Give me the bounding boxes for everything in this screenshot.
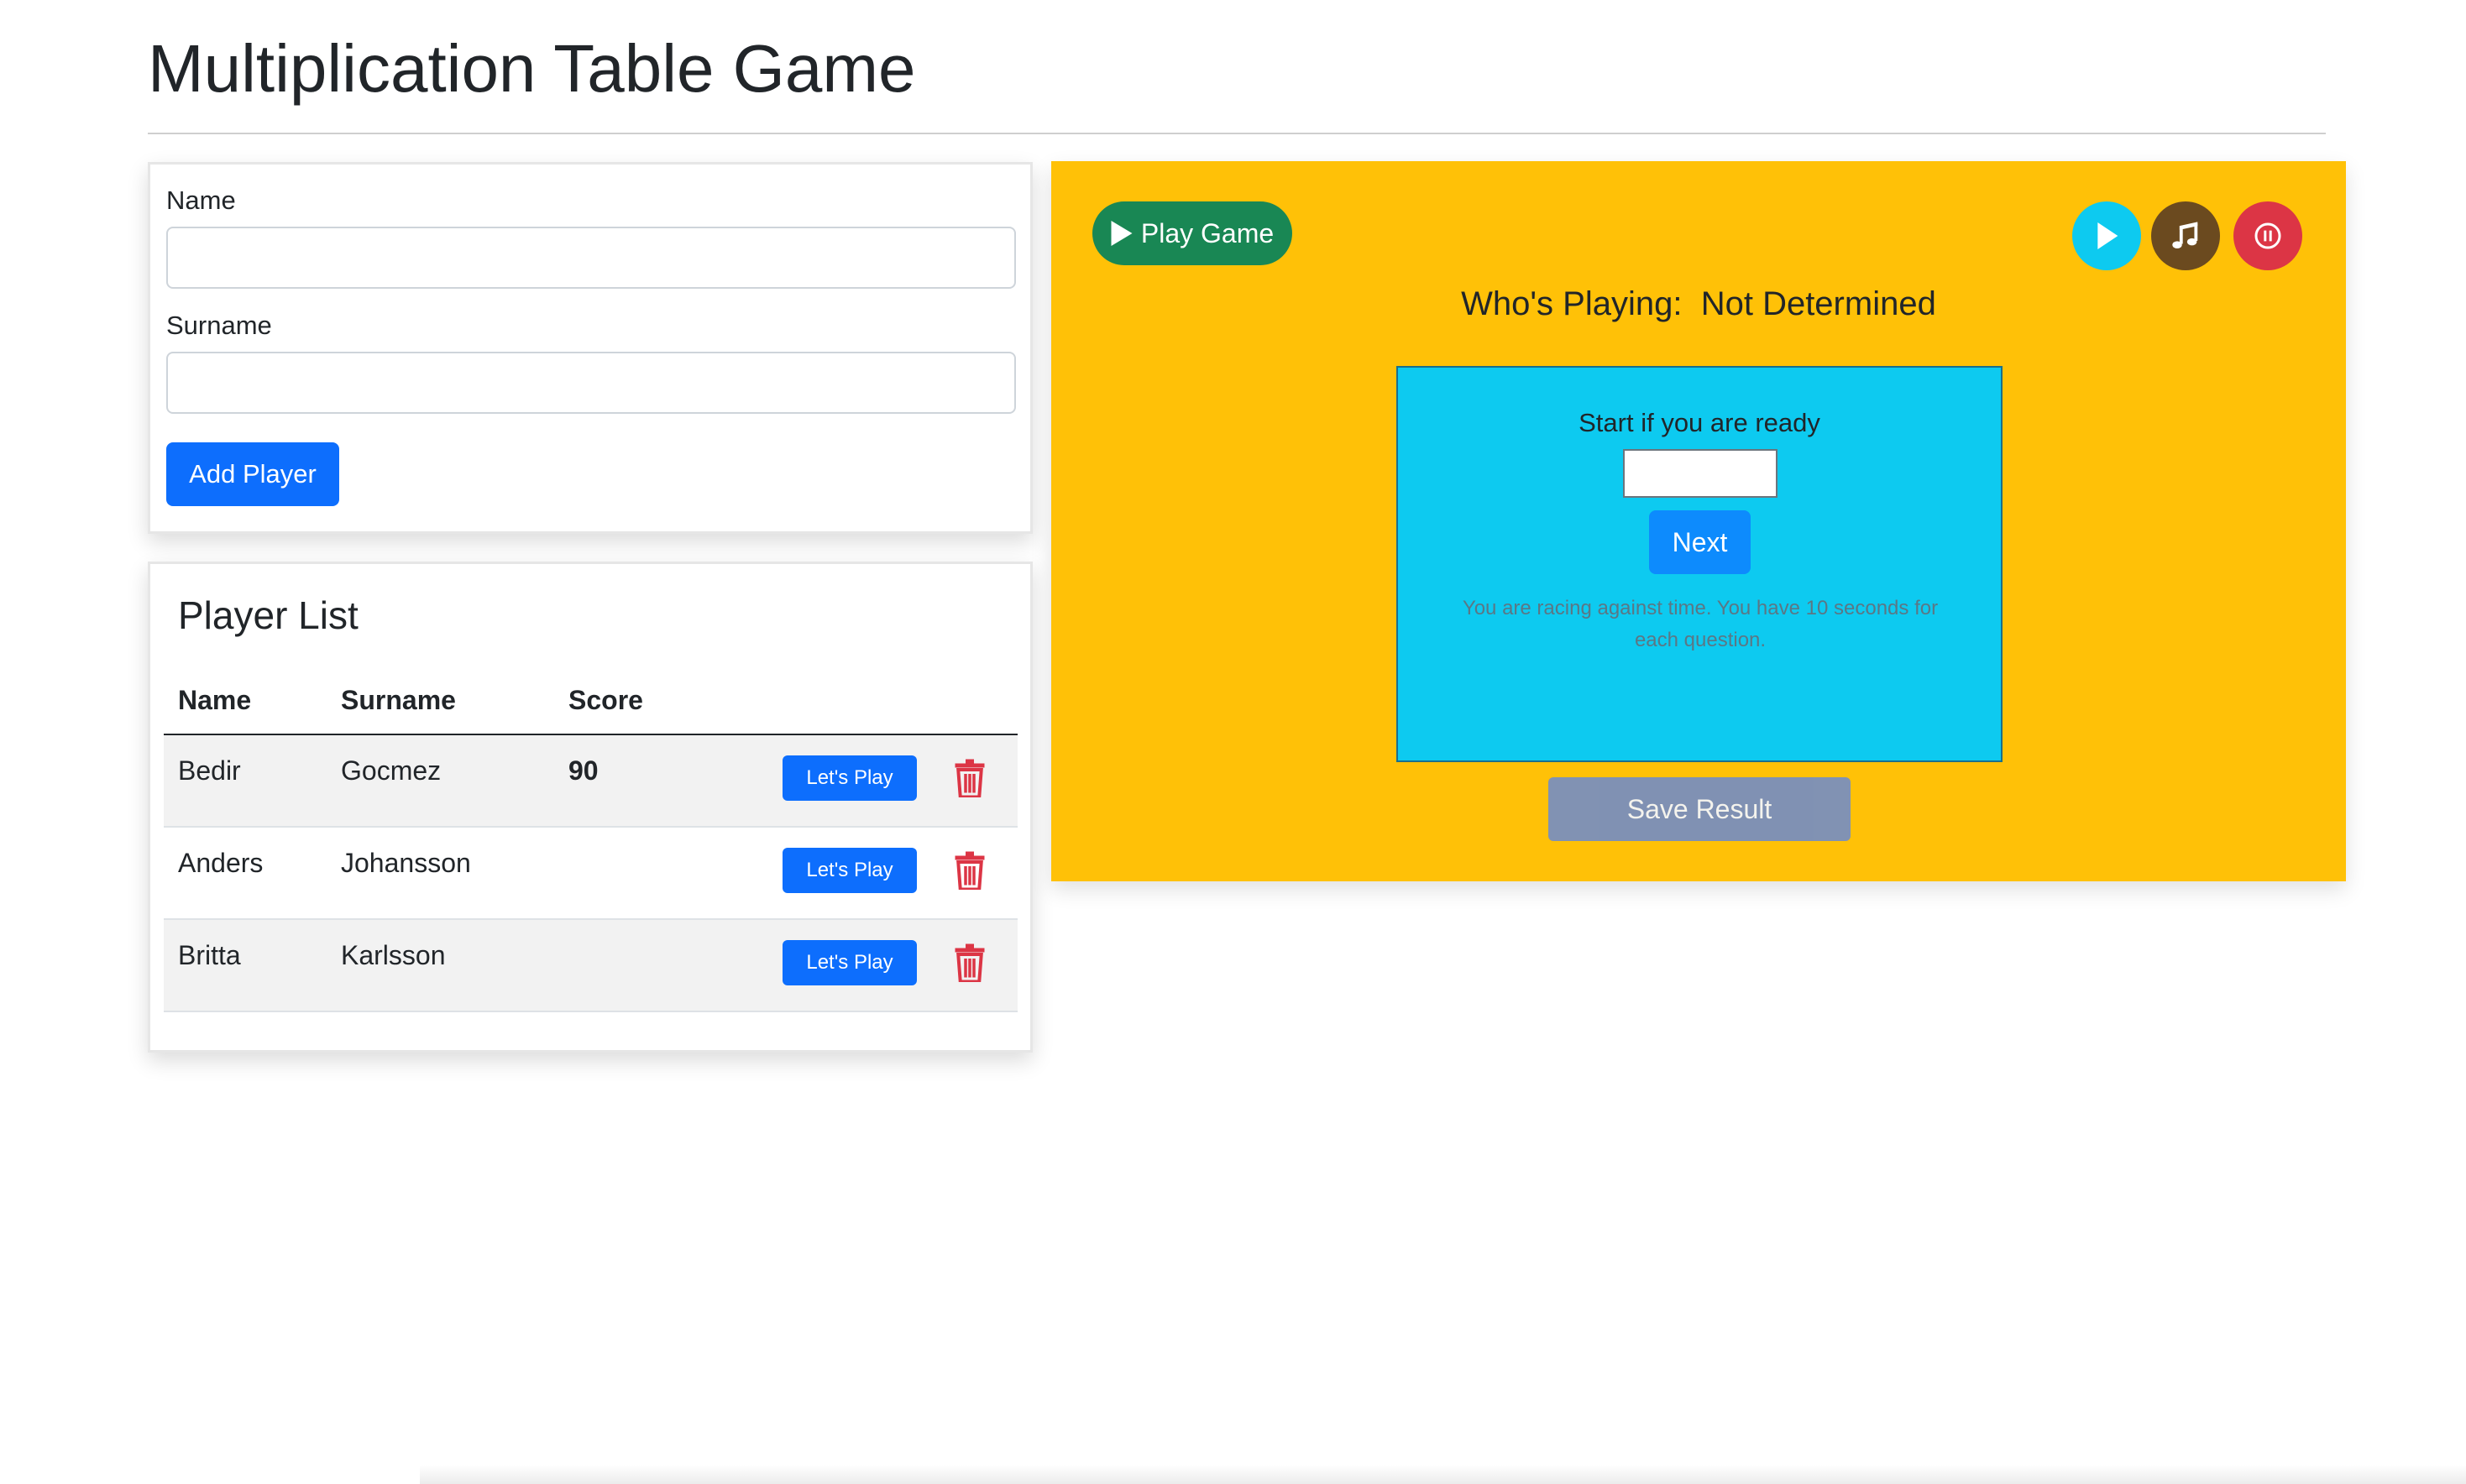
audio-play-button[interactable] (2072, 201, 2141, 270)
next-button[interactable]: Next (1649, 510, 1751, 574)
player-name: Britta (178, 940, 241, 970)
column-header-name: Name (178, 685, 252, 715)
timer-note: You are racing against time. You have 10… (1462, 597, 1939, 651)
player-surname: Johansson (341, 848, 471, 878)
trash-icon[interactable] (953, 759, 987, 797)
playing-value: Not Determined (1700, 285, 1936, 322)
music-note-icon (2172, 222, 2198, 248)
player-name: Anders (178, 848, 264, 878)
surname-label: Surname (166, 311, 272, 340)
play-icon (2097, 222, 2118, 249)
player-list-title: Player List (178, 593, 359, 637)
pause-icon (2254, 222, 2281, 249)
player-surname: Gocmez (341, 755, 442, 786)
question-box: Start if you are ready Next You are raci… (1396, 366, 2003, 762)
column-header-score: Score (568, 685, 643, 715)
table-row: Anders Johansson Let's Play (164, 828, 1018, 920)
play-icon (1111, 221, 1133, 246)
name-input[interactable] (166, 227, 1016, 289)
column-header-surname: Surname (341, 685, 456, 715)
player-surname: Karlsson (341, 940, 446, 970)
music-button[interactable] (2151, 201, 2220, 270)
play-game-button[interactable]: Play Game (1092, 201, 1292, 265)
lets-play-button[interactable]: Let's Play (783, 848, 917, 893)
lets-play-button[interactable]: Let's Play (783, 755, 917, 801)
surname-input[interactable] (166, 352, 1016, 414)
lets-play-button[interactable]: Let's Play (783, 940, 917, 985)
playing-label: Who's Playing: (1461, 285, 1683, 322)
add-player-button[interactable]: Add Player (166, 442, 339, 506)
player-score: 90 (568, 755, 599, 786)
save-result-button[interactable]: Save Result (1548, 777, 1851, 841)
question-prompt: Start if you are ready (1579, 408, 1820, 437)
answer-input[interactable] (1623, 449, 1778, 498)
pause-button[interactable] (2233, 201, 2302, 270)
play-game-label: Play Game (1140, 217, 1275, 248)
trash-icon[interactable] (953, 943, 987, 982)
add-player-form: Name Surname Add Player (148, 162, 1033, 534)
trash-icon[interactable] (953, 851, 987, 890)
player-name: Bedir (178, 755, 241, 786)
table-row: Bedir Gocmez 90 Let's Play (164, 735, 1018, 828)
current-player-status: Who's Playing: Not Determined (1051, 285, 2346, 323)
player-list-card: Player List Name Surname Score Bedir Goc… (148, 562, 1033, 1053)
table-row: Britta Karlsson Let's Play (164, 920, 1018, 1012)
title-divider (148, 133, 2326, 134)
page-bottom-shadow (420, 1465, 2466, 1484)
name-label: Name (166, 186, 236, 215)
page-title: Multiplication Table Game (148, 31, 916, 106)
game-panel: Play Game Who's Playing: Not Determined … (1051, 161, 2346, 881)
